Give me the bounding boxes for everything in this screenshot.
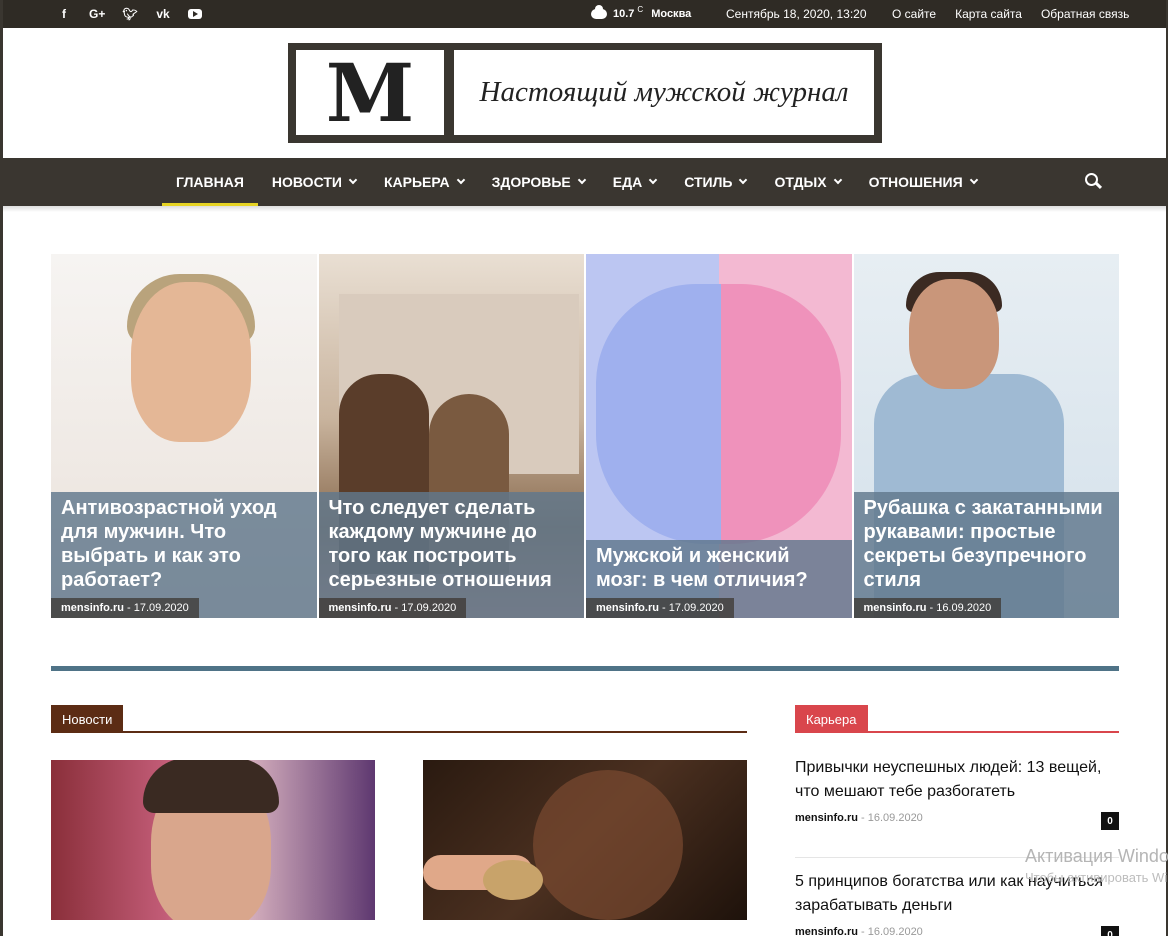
weather-unit: C	[637, 4, 644, 14]
chevron-down-icon	[348, 175, 358, 185]
top-bar: f G+ 🐦︎ vk 10.7 C Москва Сентябрь 18, 20…	[0, 0, 1168, 28]
career-item-source[interactable]: mensinfo.ru	[795, 926, 858, 936]
career-item-date: 16.09.2020	[867, 926, 923, 936]
career-item-meta: mensinfo.ru - 16.09.2020 0	[795, 926, 1119, 936]
career-list-item: Привычки неуспешных людей: 13 вещей, что…	[795, 756, 1119, 830]
nav-item-leisure[interactable]: ОТДЫХ	[760, 158, 854, 206]
chevron-down-icon	[739, 175, 748, 185]
tile-overlay: Что следует сделать каждому мужчине до т…	[318, 492, 584, 618]
nav-item-food[interactable]: ЕДА	[599, 158, 670, 206]
tile-title[interactable]: Мужской и женский мозг: в чем отличия?	[596, 540, 842, 592]
featured-tile[interactable]: Рубашка с закатанными рукавами: простые …	[853, 254, 1119, 618]
career-block-line	[795, 731, 1119, 733]
tile-title[interactable]: Рубашка с закатанными рукавами: простые …	[864, 492, 1110, 592]
nav-item-health[interactable]: ЗДОРОВЬЕ	[478, 158, 599, 206]
news-image	[533, 770, 683, 920]
tile-image	[721, 284, 841, 544]
tile-overlay: Антивозрастной уход для мужчин. Что выбр…	[51, 492, 317, 618]
tile-image	[596, 284, 721, 544]
featured-grid: Антивозрастной уход для мужчин. Что выбр…	[51, 254, 1119, 618]
tile-image	[131, 282, 251, 442]
nav-shadow	[0, 206, 1168, 212]
chevron-down-icon	[648, 175, 658, 185]
nav-item-home[interactable]: ГЛАВНАЯ	[162, 158, 258, 206]
career-item-date: 16.09.2020	[867, 812, 923, 824]
nav-item-style[interactable]: СТИЛЬ	[670, 158, 760, 206]
news-image	[143, 760, 279, 813]
tile-title[interactable]: Что следует сделать каждому мужчине до т…	[329, 492, 575, 592]
tile-meta: mensinfo.ru - 16.09.2020	[853, 598, 1002, 618]
about-link[interactable]: О сайте	[892, 7, 936, 21]
tile-meta: mensinfo.ru - 17.09.2020	[318, 598, 467, 618]
site-logo[interactable]: M Настоящий мужской журнал	[288, 43, 882, 143]
featured-tile[interactable]: Что следует сделать каждому мужчине до т…	[318, 254, 584, 618]
page-frame-left	[0, 0, 3, 936]
news-block-title[interactable]: Новости	[51, 705, 124, 733]
career-block-header: Карьера	[795, 705, 1119, 733]
nav-item-relationships[interactable]: ОТНОШЕНИЯ	[855, 158, 991, 206]
sitemap-link[interactable]: Карта сайта	[955, 7, 1022, 21]
twitter-icon[interactable]: 🐦︎	[122, 7, 138, 21]
top-links: О сайте Карта сайта Обратная связь	[892, 7, 1129, 21]
news-thumbnail[interactable]	[423, 760, 747, 920]
tile-meta: mensinfo.ru - 17.09.2020	[586, 598, 734, 618]
news-image	[483, 860, 543, 900]
nav-item-news[interactable]: НОВОСТИ	[258, 158, 370, 206]
comment-count[interactable]: 0	[1101, 812, 1119, 830]
tile-meta: mensinfo.ru - 17.09.2020	[51, 598, 199, 618]
feedback-link[interactable]: Обратная связь	[1041, 7, 1129, 21]
youtube-icon[interactable]	[188, 9, 202, 19]
chevron-down-icon	[969, 175, 978, 185]
cloud-rain-icon	[591, 5, 607, 19]
windows-activation-subtext: Чтобы активировать Windows	[1025, 870, 1168, 885]
career-item-title[interactable]: Привычки неуспешных людей: 13 вещей, что…	[795, 756, 1119, 804]
section-divider	[51, 666, 1119, 671]
logo-letter: M	[296, 46, 444, 140]
news-block-header: Новости	[51, 705, 747, 733]
chevron-down-icon	[456, 175, 465, 185]
news-block-line	[51, 731, 747, 733]
windows-activation-watermark: Активация Windows	[1025, 846, 1168, 866]
header-logo-area: M Настоящий мужской журнал	[0, 28, 1168, 158]
social-links: f G+ 🐦︎ vk	[56, 0, 202, 28]
tile-overlay: Рубашка с закатанными рукавами: простые …	[853, 492, 1119, 618]
logo-title: Настоящий мужской журнал	[454, 50, 874, 135]
current-date: Сентябрь 18, 2020, 13:20	[726, 7, 867, 21]
news-thumbnail[interactable]	[51, 760, 375, 920]
featured-tile[interactable]: Мужской и женский мозг: в чем отличия? m…	[586, 254, 852, 618]
tile-overlay: Мужской и женский мозг: в чем отличия? m…	[586, 540, 852, 618]
career-block-title[interactable]: Карьера	[795, 705, 868, 733]
main-nav: ГЛАВНАЯ НОВОСТИ КАРЬЕРА ЗДОРОВЬЕ ЕДА СТИ…	[0, 158, 1168, 206]
featured-tile[interactable]: Антивозрастной уход для мужчин. Что выбр…	[51, 254, 317, 618]
tile-title[interactable]: Антивозрастной уход для мужчин. Что выбр…	[61, 492, 307, 592]
weather-temp: 10.7	[613, 8, 635, 20]
google-plus-icon[interactable]: G+	[89, 7, 105, 21]
weather-widget: 10.7 C Москва	[591, 0, 691, 28]
search-icon[interactable]	[1085, 173, 1101, 189]
facebook-icon[interactable]: f	[56, 7, 72, 21]
chevron-down-icon	[577, 175, 587, 185]
vk-icon[interactable]: vk	[155, 7, 171, 21]
career-item-source[interactable]: mensinfo.ru	[795, 812, 858, 824]
nav-item-career[interactable]: КАРЬЕРА	[370, 158, 478, 206]
tile-image	[908, 279, 999, 389]
weather-city: Москва	[651, 8, 692, 20]
chevron-down-icon	[833, 175, 842, 185]
comment-count[interactable]: 0	[1101, 926, 1119, 936]
career-item-meta: mensinfo.ru - 16.09.2020 0	[795, 812, 1119, 830]
